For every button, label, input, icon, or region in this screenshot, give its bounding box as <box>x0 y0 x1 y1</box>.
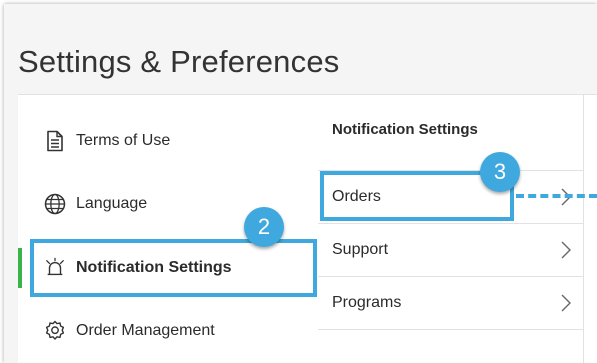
sidebar-item-label: Language <box>76 195 148 212</box>
chevron-right-icon <box>561 294 571 317</box>
sidebar-item-label: Terms of Use <box>76 132 171 149</box>
globe-icon <box>44 193 66 215</box>
step-badge-3: 3 <box>480 152 520 192</box>
notification-row-support[interactable]: Support <box>318 223 583 276</box>
pointer-dashed-line <box>516 194 597 198</box>
notification-row-programs[interactable]: Programs <box>318 276 583 330</box>
active-indicator <box>18 248 22 288</box>
chevron-right-icon <box>561 188 571 211</box>
page-title: Settings & Preferences <box>18 44 340 79</box>
row-label: Support <box>332 241 389 258</box>
panel-header: Notification Settings <box>332 121 478 138</box>
app-window: Settings & Preferences Terms of Use Lang… <box>4 4 597 363</box>
notification-settings-panel: Notification Settings Orders Support Pro… <box>318 94 583 363</box>
detail-pane <box>583 94 597 363</box>
gear-icon <box>44 320 66 342</box>
step-badge-2: 2 <box>244 207 284 247</box>
row-label: Programs <box>332 294 402 311</box>
sidebar-item-terms-of-use[interactable]: Terms of Use <box>18 112 318 170</box>
highlight-box-notification-settings <box>30 239 317 297</box>
sidebar-item-order-management[interactable]: Order Management <box>18 302 318 360</box>
document-icon <box>44 130 66 152</box>
chevron-right-icon <box>561 241 571 264</box>
sidebar-item-label: Order Management <box>76 322 215 339</box>
